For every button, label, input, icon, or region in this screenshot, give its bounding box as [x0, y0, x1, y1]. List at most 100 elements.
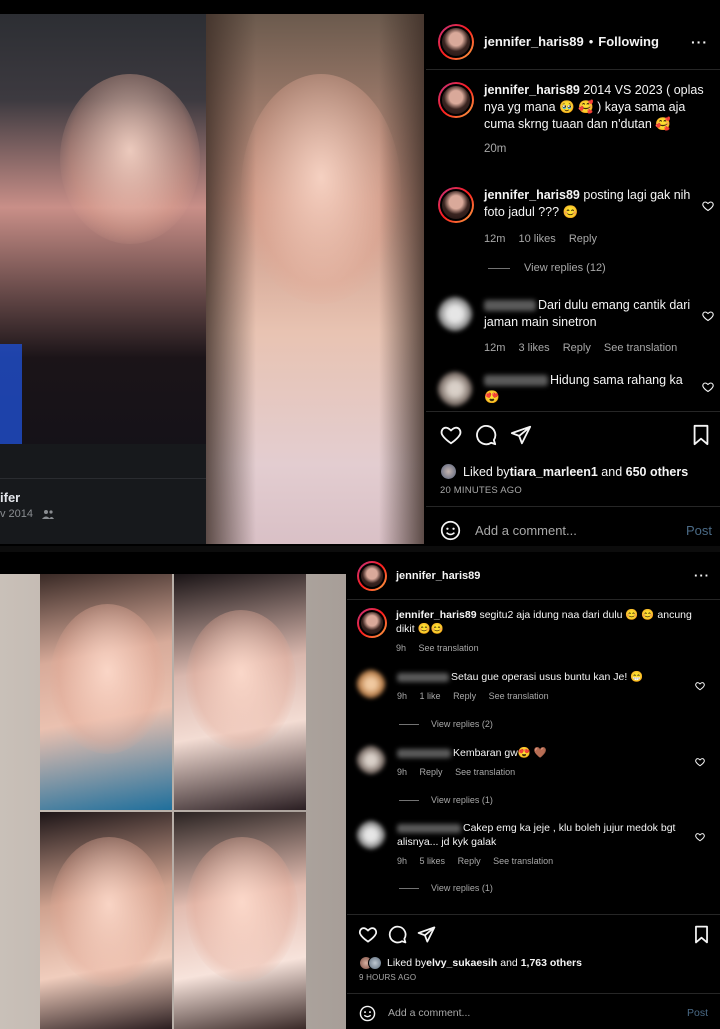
caption-meta: 9h See translation: [396, 641, 696, 655]
likes-count[interactable]: 1,763 others: [521, 957, 582, 969]
reply-button[interactable]: Reply: [453, 691, 476, 701]
view-replies[interactable]: View replies (2): [399, 719, 493, 729]
see-translation-link[interactable]: See translation: [493, 856, 553, 866]
username-link[interactable]: jennifer_haris89: [484, 34, 584, 49]
bookmark-icon[interactable]: [692, 424, 710, 446]
comment-time: 9h: [397, 767, 408, 777]
photo-date-fragment: v 2014: [0, 508, 55, 522]
comment-meta: 9h 1 like Reply See translation: [397, 689, 687, 703]
heart-icon[interactable]: [702, 309, 714, 322]
comment-meta: 9h 5 likes Reply See translation: [397, 854, 687, 868]
heart-icon[interactable]: [695, 678, 707, 691]
avatar[interactable]: [438, 23, 474, 60]
comment-input[interactable]: Add a comment...: [475, 523, 577, 538]
avatar[interactable]: [438, 187, 474, 223]
more-icon[interactable]: ···: [691, 34, 708, 50]
caption-time: 20m: [484, 143, 507, 155]
liker-username[interactable]: tiara_marleen1: [510, 465, 598, 479]
comment-icon[interactable]: [388, 925, 407, 944]
post-button[interactable]: Post: [686, 523, 712, 538]
see-translation-link[interactable]: See translation: [455, 767, 515, 777]
collage-photo-3: [40, 812, 172, 1029]
reply-button[interactable]: Reply: [563, 342, 591, 354]
caption-username[interactable]: jennifer_haris89: [484, 83, 580, 97]
reply-button[interactable]: Reply: [458, 856, 481, 866]
avatar[interactable]: [357, 560, 387, 591]
blurred-username: [397, 672, 449, 682]
view-replies[interactable]: View replies (12): [488, 262, 606, 274]
heart-icon[interactable]: [695, 829, 707, 842]
liker-username[interactable]: elvy_sukaesih: [426, 957, 497, 969]
comment-time: 9h: [397, 691, 408, 701]
following-button[interactable]: Following: [598, 34, 659, 49]
collage-photo-1: [40, 574, 172, 810]
avatar[interactable]: [357, 821, 385, 849]
comment: Hidung sama rahang ka 😍: [438, 372, 720, 406]
add-comment-bar: Add a comment... Post: [426, 506, 720, 546]
share-icon[interactable]: [510, 424, 532, 446]
comment-time: 12m: [484, 233, 506, 245]
comment-icon[interactable]: [475, 424, 497, 446]
comment-likes[interactable]: 5 likes: [420, 856, 446, 866]
share-icon[interactable]: [417, 925, 436, 944]
comment: jennifer_haris89 posting lagi gak nih fo…: [438, 187, 720, 248]
heart-icon[interactable]: [702, 199, 714, 212]
more-icon[interactable]: ···: [694, 568, 710, 583]
caption: jennifer_haris89 2014 VS 2023 ( oplas ny…: [438, 82, 708, 158]
comment: Setau gue operasi usus buntu kan Je! 😁 9…: [357, 670, 717, 703]
liked-by: Liked by elvy_sukaesih and 1,763 others: [359, 956, 582, 970]
blurred-username: [397, 823, 461, 833]
reply-button[interactable]: Reply: [569, 233, 597, 245]
comment-likes[interactable]: 1 like: [420, 691, 441, 701]
see-translation-link[interactable]: See translation: [604, 342, 677, 354]
comment: Kembaran gw😍 🤎 9h Reply See translation: [357, 746, 717, 779]
caption-username[interactable]: jennifer_haris89: [396, 609, 477, 621]
see-translation-link[interactable]: See translation: [489, 691, 549, 701]
avatar[interactable]: [357, 608, 387, 638]
post-timestamp: 20 MINUTES AGO: [440, 485, 522, 496]
emoji-icon[interactable]: [440, 520, 461, 541]
username-link[interactable]: jennifer_haris89: [396, 570, 480, 582]
collage-photo-2: [174, 574, 306, 810]
comment-likes[interactable]: 10 likes: [518, 233, 555, 245]
post-header: jennifer_haris89 ···: [347, 552, 720, 600]
liked-by: Liked by tiara_marleen1 and 650 others: [440, 463, 688, 480]
comment: Dari dulu emang cantik dari jaman main s…: [438, 297, 720, 357]
view-replies[interactable]: View replies (1): [399, 883, 493, 893]
comment-meta: 9h Reply See translation: [397, 765, 687, 779]
likes-count[interactable]: 650 others: [626, 465, 689, 479]
comment-time: 9h: [397, 856, 408, 866]
blurred-username: [484, 375, 548, 387]
actions-bar: [347, 914, 720, 952]
comment-text: Kembaran gw😍 🤎: [453, 747, 547, 759]
heart-icon[interactable]: [702, 380, 714, 393]
avatar[interactable]: [438, 297, 472, 331]
avatar[interactable]: [357, 670, 385, 698]
post-button[interactable]: Post: [687, 1007, 708, 1019]
collage-photo-4: [174, 812, 306, 1029]
photo-name-fragment: ifer: [0, 490, 21, 505]
heart-icon[interactable]: [695, 754, 707, 767]
see-translation-link[interactable]: See translation: [419, 643, 479, 653]
comment-input[interactable]: Add a comment...: [388, 1007, 470, 1019]
heart-icon[interactable]: [358, 925, 378, 944]
view-replies[interactable]: View replies (1): [399, 795, 493, 805]
comment-text: Setau gue operasi usus buntu kan Je! 😁: [451, 671, 644, 683]
emoji-icon[interactable]: [359, 1005, 376, 1022]
comment-meta: 12m 10 likes Reply: [484, 231, 698, 248]
comment-username[interactable]: jennifer_haris89: [484, 188, 580, 202]
avatar[interactable]: [357, 746, 385, 774]
liker-avatar[interactable]: [368, 956, 382, 970]
heart-icon[interactable]: [439, 424, 463, 446]
post-header: jennifer_haris89 • Following ···: [426, 14, 720, 70]
friends-icon: [42, 509, 55, 522]
comment-meta: 12m 3 likes Reply See translation: [484, 340, 698, 357]
avatar[interactable]: [438, 82, 474, 118]
comment-likes[interactable]: 3 likes: [518, 342, 549, 354]
bookmark-icon[interactable]: [694, 925, 709, 944]
reply-button[interactable]: Reply: [420, 767, 443, 777]
liker-avatar[interactable]: [440, 463, 457, 480]
blurred-username: [484, 300, 536, 312]
post-1: ifer v 2014 jennifer_haris89 • Following…: [0, 0, 720, 548]
avatar[interactable]: [438, 372, 472, 406]
